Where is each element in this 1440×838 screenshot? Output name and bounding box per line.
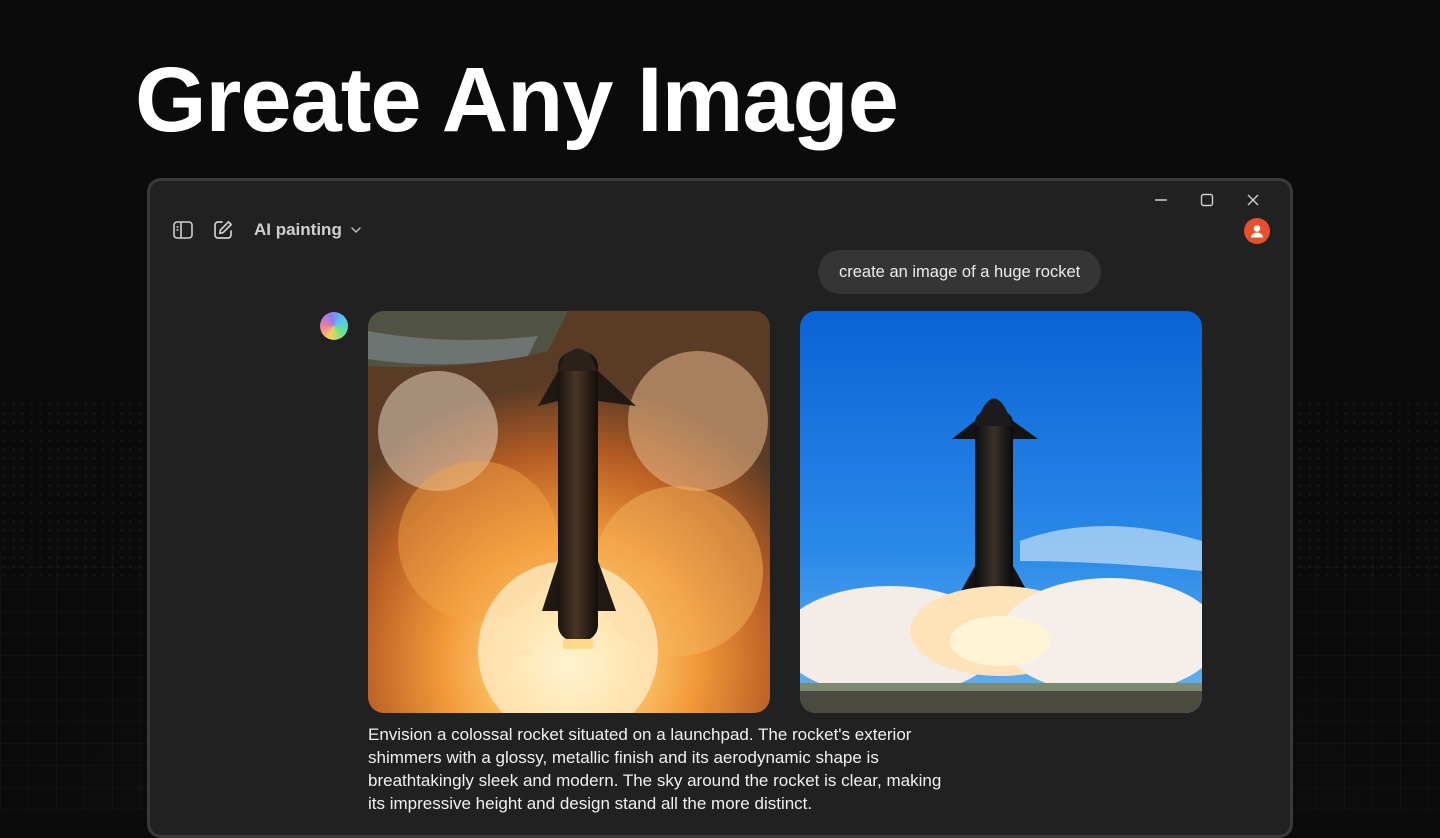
- close-button[interactable]: [1230, 187, 1276, 213]
- generated-image-1[interactable]: [368, 311, 770, 713]
- user-message-bubble: create an image of a huge rocket: [818, 250, 1102, 294]
- model-selector-label: AI painting: [254, 220, 342, 239]
- edit-icon: [214, 220, 233, 239]
- sidebar-toggle-icon: [173, 221, 193, 239]
- app-window: AI painting create an image of a huge ro…: [147, 178, 1293, 838]
- minimize-button[interactable]: [1138, 187, 1184, 213]
- toolbar: AI painting: [172, 219, 362, 241]
- rocket-launch-blue-sky-image: [800, 311, 1202, 713]
- model-selector[interactable]: AI painting: [254, 220, 362, 240]
- window-controls: [1138, 187, 1276, 213]
- close-icon: [1247, 194, 1259, 206]
- user-icon: [1251, 225, 1263, 238]
- rocket-launch-fire-image: [368, 311, 770, 713]
- maximize-icon: [1200, 193, 1214, 207]
- assistant-avatar: [320, 312, 348, 340]
- maximize-button[interactable]: [1184, 187, 1230, 213]
- generated-image-2[interactable]: [800, 311, 1202, 713]
- new-chat-button[interactable]: [212, 219, 234, 241]
- sidebar-toggle-button[interactable]: [172, 219, 194, 241]
- user-avatar[interactable]: [1244, 218, 1270, 244]
- page-headline: Greate Any Image: [135, 49, 899, 151]
- user-message-text: create an image of a huge rocket: [839, 262, 1081, 281]
- minimize-icon: [1155, 199, 1167, 201]
- chevron-down-icon: [351, 227, 361, 234]
- assistant-response-text: Envision a colossal rocket situated on a…: [368, 725, 942, 813]
